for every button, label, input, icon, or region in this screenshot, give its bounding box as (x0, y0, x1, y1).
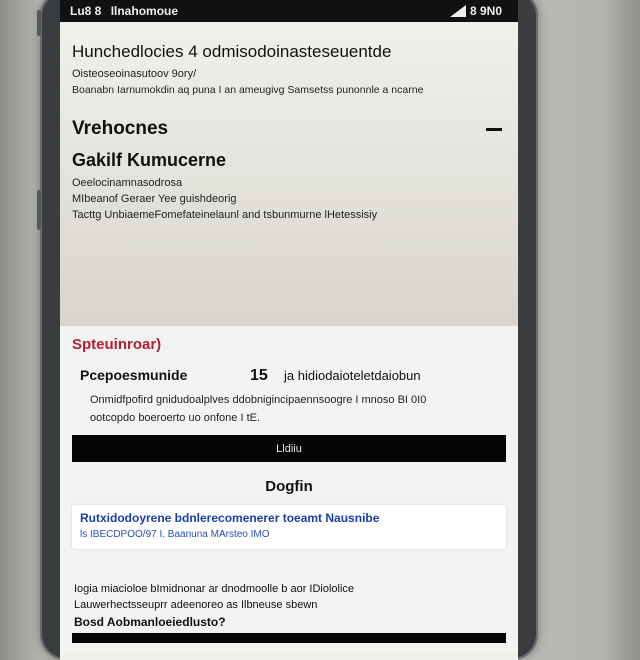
action-button[interactable]: Lldiiu (72, 435, 506, 462)
group-title: Vrehocnes (72, 118, 169, 139)
volume-button (37, 10, 41, 36)
collapse-icon[interactable] (486, 127, 502, 131)
parameter-description-line-1: Onmidfpofird gnidudoalplves ddobnigincip… (90, 394, 427, 406)
footer-line-1: Iogia miacioloe bImidnonar ar dnodmoolle… (74, 583, 355, 595)
settings-panel: Spteuinroar) Pcepoesmunide 15 ja hidioda… (60, 326, 518, 653)
section-title-2: Dogfin (265, 478, 313, 495)
footer-line-2: Lauwerhectsseuprr adeenoreo as Ilbneuse … (74, 599, 318, 611)
signal-icon (449, 5, 466, 17)
parameter-description-line-2: ootcopdo boeroerto uo onfone I tE. (90, 412, 261, 424)
link-title[interactable]: Rutxidodoyrene bdnlerecomenerer toeamt N… (80, 511, 498, 525)
status-bar: Lu8 8 Ilnahomoue 8 9N0 (60, 0, 518, 22)
status-app-name: Ilnahomoue (110, 4, 179, 18)
device-line-2: MIbeanof Geraer Yee guishdeorig (72, 193, 237, 205)
top-panel: Hunchedlocies 4 odmisodoinasteseuentde O… (60, 22, 518, 326)
link-card[interactable]: Rutxidodoyrene bdnlerecomenerer toeamt N… (72, 505, 506, 549)
device-name: Gakilf Kumucerne (72, 150, 227, 170)
status-right: 8 9N0 (449, 4, 508, 18)
device-line-3: Tacttg UnbiaemeFomefateinelaunl and tsbu… (72, 209, 378, 221)
phone-screen: Lu8 8 Ilnahomoue 8 9N0 Hunchedlocies 4 o… (60, 0, 518, 660)
footer-question: Bosd Aobmanloeiedlusto? (74, 615, 226, 629)
device-line-1: Oeelocinamnasodrosa (72, 177, 183, 189)
footer-text: Iogia miacioloe bImidnonar ar dnodmoolle… (72, 583, 506, 611)
settings-section-title: Spteuinroar) (72, 336, 162, 353)
parameter-description: Onmidfpofird gnidudoalplves ddobnigincip… (72, 391, 506, 427)
group-header[interactable]: Vrehocnes (72, 118, 506, 140)
link-subtitle: ls IBECDPOO/97 I. Baanuna MArsteo IMO (80, 529, 270, 540)
status-time: Lu8 8 (70, 4, 102, 18)
page-description: Boanabn Iarnumokdin aq puna I an ameugiv… (72, 84, 424, 96)
phone-device: Lu8 8 Ilnahomoue 8 9N0 Hunchedlocies 4 o… (37, 0, 538, 660)
page-subtitle: Oisteoseoinasutoov 9ory/ (72, 68, 197, 80)
status-left: Lu8 8 Ilnahomoue (70, 4, 184, 18)
parameter-row: Pcepoesmunide 15 ja hidiodaioteletdaiobu… (72, 367, 506, 385)
power-button (37, 190, 41, 230)
parameter-unit: ja hidiodaioteletdaiobun (284, 368, 421, 383)
page-title: Hunchedlocies 4 odmisodoinasteseuentde (72, 42, 392, 61)
parameter-value[interactable]: 15 (250, 367, 284, 385)
footer-button-bar[interactable] (72, 633, 506, 643)
battery-text: 8 9N0 (469, 4, 502, 18)
parameter-label: Pcepoesmunide (80, 367, 188, 383)
